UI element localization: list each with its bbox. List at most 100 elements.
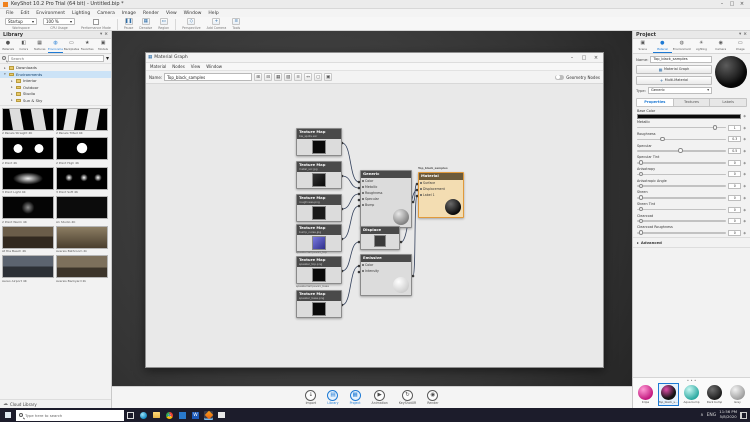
taskbar-mail[interactable] bbox=[217, 411, 226, 420]
environment-thumbnail[interactable] bbox=[2, 166, 54, 190]
metallic-slider[interactable] bbox=[637, 125, 727, 130]
texture-slot-icon[interactable]: ◆ bbox=[743, 114, 746, 118]
texture-slot-icon[interactable]: ◆ bbox=[743, 172, 746, 176]
fit-view-button[interactable]: ↔ bbox=[304, 73, 313, 81]
specular-slider[interactable] bbox=[637, 148, 727, 153]
align-button[interactable]: ≡ bbox=[294, 73, 303, 81]
action-center-icon[interactable] bbox=[740, 411, 747, 419]
tray-language[interactable]: ENG bbox=[707, 413, 717, 418]
texture-map-node[interactable]: Texture Map roughness.png bbox=[296, 194, 342, 222]
add-node-button[interactable]: ⊞ bbox=[254, 73, 263, 81]
menu-window[interactable]: Window bbox=[184, 11, 202, 16]
material-item[interactable]: Grey bbox=[727, 383, 748, 407]
taskbar-clock[interactable]: 11:56 PM 5/8/2020 bbox=[719, 410, 737, 419]
library-tab-textures[interactable]: ▦ Textures bbox=[32, 39, 48, 53]
filter-icon[interactable]: ▾ bbox=[106, 55, 109, 62]
maximize-button[interactable]: □ bbox=[727, 0, 737, 8]
start-button[interactable] bbox=[0, 408, 16, 422]
environment-thumbnail[interactable] bbox=[56, 107, 108, 131]
menu-help[interactable]: Help bbox=[208, 11, 218, 16]
close-button[interactable]: × bbox=[737, 0, 747, 8]
taskbar-chrome[interactable] bbox=[165, 411, 174, 420]
material-item[interactable]: Kripa bbox=[635, 383, 656, 407]
texture-map-node[interactable]: Texture Map speaker_top.png bbox=[296, 256, 342, 284]
subtab-properties[interactable]: Properties bbox=[637, 98, 674, 106]
grid-toggle-button[interactable]: ▦ bbox=[274, 73, 283, 81]
clearcoat-roughness-slider[interactable] bbox=[637, 230, 727, 235]
material-item[interactable]: Dark bump bbox=[704, 383, 725, 407]
tab-scene[interactable]: ▣ Scene bbox=[633, 39, 653, 53]
tray-chevron-up-icon[interactable]: ∧ bbox=[700, 413, 703, 418]
texture-slot-icon[interactable]: ◆ bbox=[743, 149, 746, 153]
texture-slot-icon[interactable]: ◆ bbox=[743, 196, 746, 200]
menu-file[interactable]: File bbox=[6, 11, 14, 16]
anisotropy-slider[interactable] bbox=[637, 171, 727, 177]
close-panel-icon[interactable]: × bbox=[743, 32, 747, 37]
taskbar-edge[interactable] bbox=[139, 411, 148, 420]
ribbon-item-project[interactable]: ▦ Project bbox=[349, 389, 361, 405]
anisotropic-angle-slider[interactable] bbox=[637, 183, 727, 189]
region-button[interactable]: ▭ bbox=[159, 18, 168, 25]
environment-thumbnail[interactable] bbox=[56, 196, 108, 219]
environment-thumbnail[interactable] bbox=[56, 137, 108, 160]
generic-material-node[interactable]: Generic Color Metallic Roughness Specula… bbox=[360, 170, 412, 228]
snap-toggle-button[interactable]: ▧ bbox=[284, 73, 293, 81]
tools-button[interactable]: ≡ bbox=[232, 18, 241, 25]
tab-camera[interactable]: ◉ Camera bbox=[711, 39, 731, 53]
clearcoat-slider[interactable] bbox=[637, 218, 727, 224]
menu-view[interactable]: View bbox=[166, 11, 177, 16]
undock-icon[interactable]: ▾ bbox=[100, 32, 102, 37]
environment-thumbnail[interactable] bbox=[56, 255, 108, 278]
material-item-selected[interactable]: Top_black_samples bbox=[658, 382, 679, 406]
material-output-node[interactable]: Material Surface Displacement Label 1 bbox=[418, 172, 464, 218]
menu-lighting[interactable]: Lighting bbox=[72, 11, 90, 16]
ribbon-item-render[interactable]: ◉ Render bbox=[427, 389, 439, 405]
close-button[interactable]: × bbox=[591, 54, 601, 62]
subtab-textures[interactable]: Textures bbox=[673, 98, 711, 106]
texture-map-node[interactable]: Texture Map bump_noise.jpg bbox=[296, 224, 342, 252]
menu-camera[interactable]: Camera bbox=[97, 11, 115, 16]
displace-node[interactable]: Displace bbox=[360, 226, 400, 250]
material-graph-canvas[interactable]: Texture Map bw_spots.exr Texture Map metal… bbox=[146, 84, 603, 367]
taskbar-keyshot-active[interactable] bbox=[204, 410, 213, 420]
taskbar-explorer[interactable] bbox=[152, 411, 161, 420]
workspace-select[interactable]: Startup ▾ bbox=[5, 18, 37, 25]
library-tab-favorites[interactable]: ★ Favorites bbox=[79, 39, 95, 53]
ribbon-item-animation[interactable]: ▶ Animation bbox=[372, 389, 388, 405]
add-camera-button[interactable]: + bbox=[212, 18, 221, 25]
cpu-usage-select[interactable]: 100 % ▾ bbox=[43, 18, 75, 25]
ribbon-item-keyshotxr[interactable]: ↻ KeyShotXR bbox=[399, 389, 416, 405]
texture-slot-icon[interactable]: ◆ bbox=[743, 184, 746, 188]
graph-name-input[interactable] bbox=[164, 73, 253, 81]
tree-item-sun-sky[interactable]: ▸ Sun & Sky bbox=[0, 97, 111, 104]
base-color-swatch[interactable] bbox=[637, 113, 742, 119]
cloud-library-button[interactable]: ☁ Cloud Library bbox=[0, 399, 111, 408]
texture-slot-icon[interactable]: ◆ bbox=[743, 126, 746, 130]
preview-toggle-button[interactable]: ▣ bbox=[324, 73, 333, 81]
undock-icon[interactable]: ▾ bbox=[739, 32, 741, 37]
menu-edit[interactable]: Edit bbox=[21, 11, 30, 16]
texture-map-node[interactable]: Texture Map bw_spots.exr bbox=[296, 128, 342, 156]
environment-thumbnail[interactable] bbox=[2, 196, 54, 219]
menu-environment[interactable]: Environment bbox=[36, 11, 65, 16]
ribbon-item-import[interactable]: ↓ Import bbox=[305, 389, 317, 405]
texture-slot-icon[interactable]: ◆ bbox=[743, 161, 746, 165]
library-search-input[interactable] bbox=[8, 54, 104, 62]
graph-menu-material[interactable]: Material bbox=[150, 64, 166, 69]
perspective-button[interactable]: ◇ bbox=[187, 18, 196, 25]
texture-map-node[interactable]: Texture Map metal_scr.jpg bbox=[296, 161, 342, 189]
roughness-slider[interactable] bbox=[637, 136, 727, 142]
taskbar-search[interactable]: Type here to search bbox=[16, 409, 124, 421]
environment-thumbnail[interactable] bbox=[2, 225, 54, 249]
taskbar-photos[interactable] bbox=[178, 411, 187, 420]
remove-node-button[interactable]: ⊟ bbox=[264, 73, 273, 81]
menu-image[interactable]: Image bbox=[122, 11, 136, 16]
taskbar-word[interactable]: W bbox=[191, 411, 200, 420]
library-tab-environments[interactable]: ◍Environments bbox=[47, 39, 64, 53]
environment-thumbnail[interactable] bbox=[2, 255, 54, 278]
material-graph-button[interactable]: ▦ Material Graph bbox=[636, 64, 712, 74]
minimize-button[interactable]: – bbox=[717, 0, 727, 8]
frame-selected-button[interactable]: ◻ bbox=[314, 73, 323, 81]
graph-menu-view[interactable]: View bbox=[191, 64, 201, 69]
graph-menu-nodes[interactable]: Nodes bbox=[172, 64, 185, 69]
